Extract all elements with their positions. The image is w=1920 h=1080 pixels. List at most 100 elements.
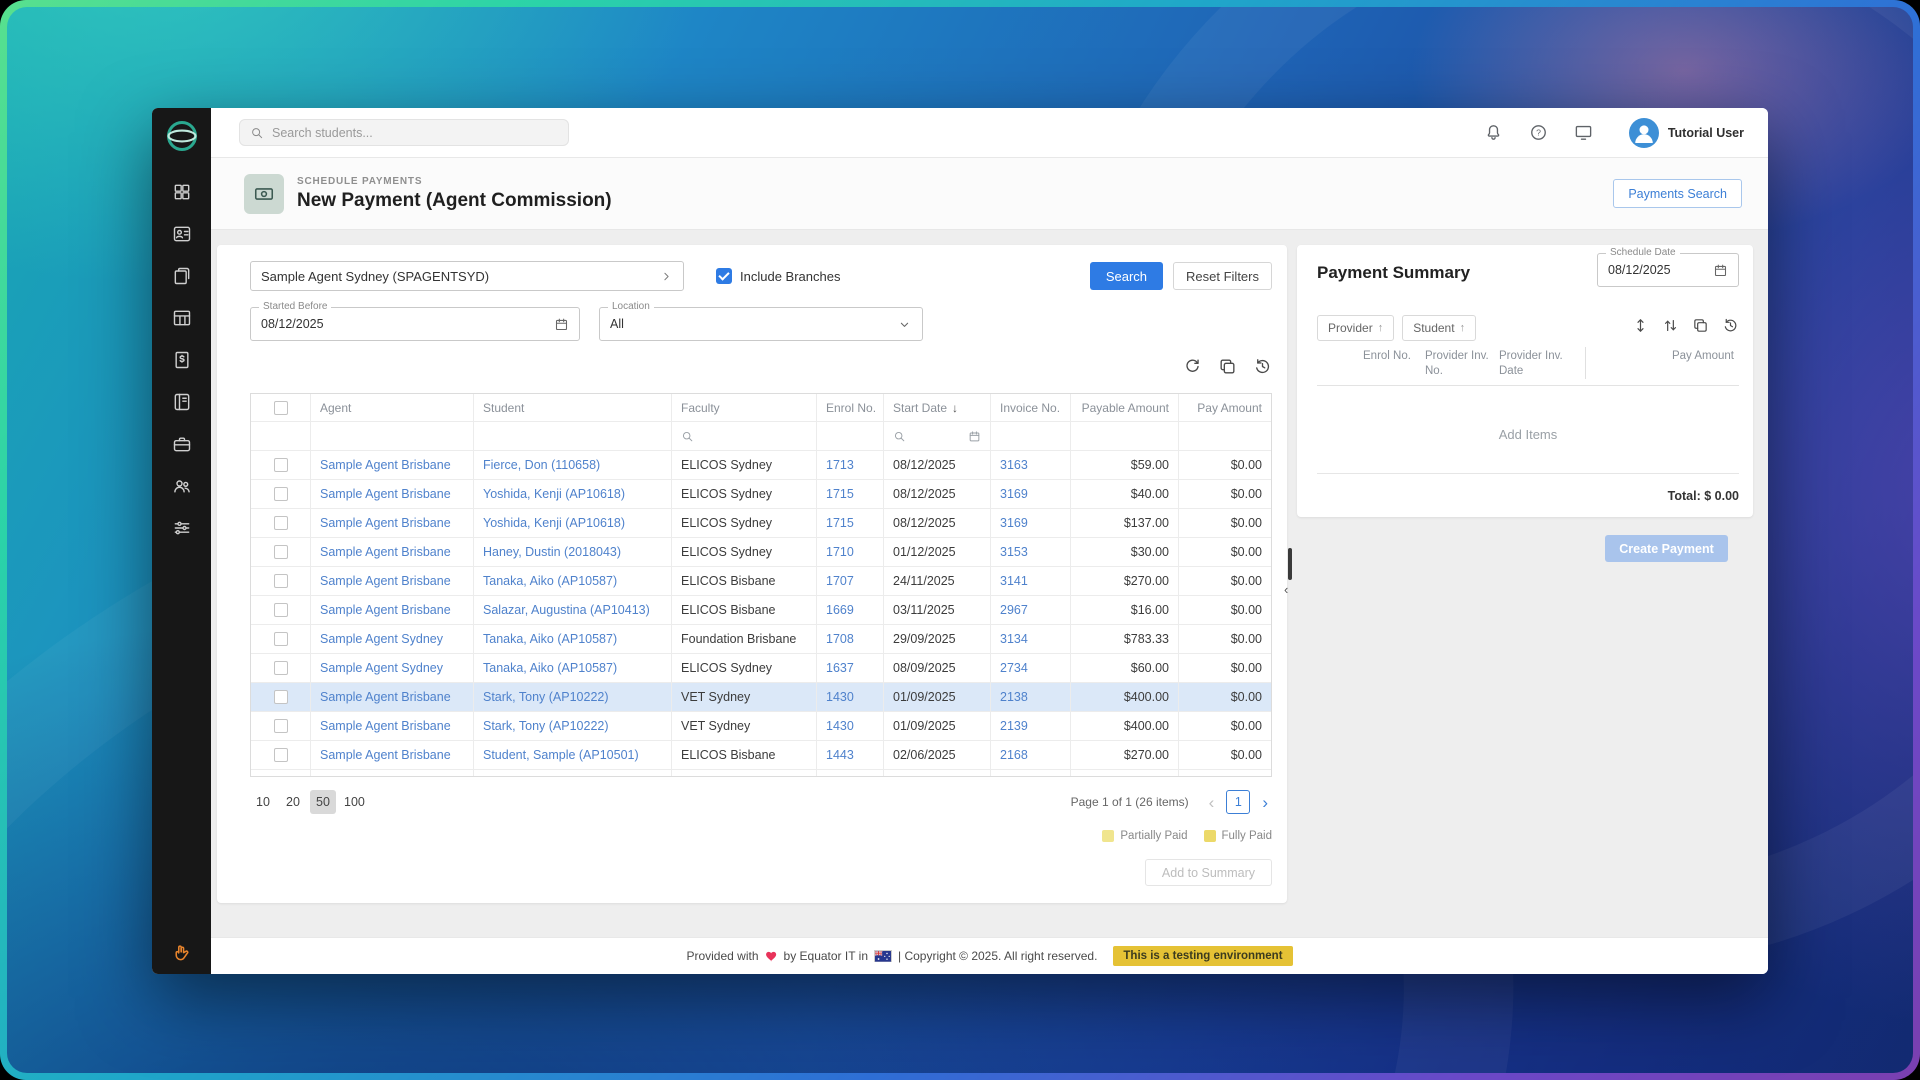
filter-calendar-icon[interactable]: [968, 430, 981, 443]
cell-invoice-no[interactable]: 3169: [991, 480, 1071, 509]
cell-enrol-no[interactable]: 1430: [817, 712, 884, 741]
cell-enrol-no[interactable]: 1395: [817, 770, 884, 776]
cell-enrol-no[interactable]: 1710: [817, 538, 884, 567]
cell-student[interactable]: Tanaka, Aiko (AP10587): [474, 567, 672, 596]
column-header-invoice-no[interactable]: Invoice No.: [991, 394, 1071, 422]
row-checkbox[interactable]: [251, 625, 311, 654]
cell-enrol-no[interactable]: 1715: [817, 509, 884, 538]
agent-select[interactable]: Sample Agent Sydney (SPAGENTSYD): [250, 261, 684, 291]
column-header-student[interactable]: Student: [474, 394, 672, 422]
cell-invoice-no[interactable]: 2967: [991, 596, 1071, 625]
cell-student[interactable]: Salazar, Augustina (AP10413): [474, 596, 672, 625]
copy-columns-icon[interactable]: [1692, 317, 1709, 334]
documents-icon[interactable]: [172, 266, 192, 286]
cell-student[interactable]: Fierce, Don (110658): [474, 451, 672, 480]
cell-enrol-no[interactable]: 1713: [817, 451, 884, 480]
cell-invoice-no[interactable]: 2734: [991, 654, 1071, 683]
cell-student[interactable]: Student, Sample (AP10501): [474, 741, 672, 770]
row-checkbox[interactable]: [251, 480, 311, 509]
create-payment-button[interactable]: Create Payment: [1605, 535, 1728, 562]
cell-invoice-no[interactable]: 3134: [991, 625, 1071, 654]
history-icon[interactable]: [1253, 357, 1272, 376]
cell-agent[interactable]: Sample Agent Brisbane: [311, 741, 474, 770]
started-before-field[interactable]: Started Before 08/12/2025: [250, 301, 580, 341]
row-checkbox[interactable]: [251, 567, 311, 596]
add-to-summary-button[interactable]: Add to Summary: [1144, 859, 1272, 886]
search-button[interactable]: Search: [1089, 262, 1164, 290]
table-row[interactable]: Sample Agent Brisbane Yoshida, Kenji (AP1…: [251, 509, 1271, 538]
page-size-50[interactable]: 50: [310, 790, 336, 814]
dashboard-icon[interactable]: [172, 182, 192, 202]
billing-icon[interactable]: [172, 350, 192, 370]
cell-agent[interactable]: Sample Agent Brisbane: [311, 770, 474, 776]
cell-agent[interactable]: Sample Agent Brisbane: [311, 683, 474, 712]
tables-icon[interactable]: [172, 308, 192, 328]
cell-enrol-no[interactable]: 1708: [817, 625, 884, 654]
prev-page-icon[interactable]: ‹: [1205, 794, 1219, 811]
history-icon[interactable]: [1722, 317, 1739, 334]
row-checkbox[interactable]: [251, 712, 311, 741]
row-checkbox[interactable]: [251, 596, 311, 625]
reset-filters-button[interactable]: Reset Filters: [1173, 262, 1272, 290]
cell-student[interactable]: Russell, Sam (2018008): [474, 770, 672, 776]
table-row[interactable]: Sample Agent Sydney Tanaka, Aiko (AP10587…: [251, 654, 1271, 683]
table-row[interactable]: Sample Agent Brisbane Stark, Tony (AP1022…: [251, 683, 1271, 712]
cell-invoice-no[interactable]: 3163: [991, 451, 1071, 480]
screen-share-icon[interactable]: [1574, 123, 1593, 142]
column-header-start-date[interactable]: Start Date ↓: [884, 394, 991, 422]
calendar-icon[interactable]: [554, 317, 569, 332]
cell-agent[interactable]: Sample Agent Brisbane: [311, 451, 474, 480]
ledger-icon[interactable]: [172, 392, 192, 412]
sort-by-student-button[interactable]: Student ↑: [1402, 315, 1477, 341]
table-row[interactable]: Sample Agent BrisbaneRussell, Sam (20180…: [251, 770, 1271, 776]
filter-cell-enrol-no[interactable]: [817, 422, 884, 451]
cell-agent[interactable]: Sample Agent Brisbane: [311, 509, 474, 538]
cell-agent[interactable]: Sample Agent Brisbane: [311, 538, 474, 567]
swap-vertical-icon[interactable]: [1662, 317, 1679, 334]
column-header-enrol-no[interactable]: Enrol No.: [817, 394, 884, 422]
cell-student[interactable]: Stark, Tony (AP10222): [474, 683, 672, 712]
cell-agent[interactable]: Sample Agent Brisbane: [311, 480, 474, 509]
calendar-icon[interactable]: [1713, 263, 1728, 278]
copy-columns-icon[interactable]: [1218, 357, 1237, 376]
settings-icon[interactable]: [172, 518, 192, 538]
row-checkbox[interactable]: [251, 741, 311, 770]
app-logo-icon[interactable]: [152, 108, 211, 164]
page-size-20[interactable]: 20: [280, 790, 306, 814]
refresh-icon[interactable]: [1183, 357, 1202, 376]
next-page-icon[interactable]: ›: [1258, 794, 1272, 811]
row-checkbox[interactable]: [251, 654, 311, 683]
cell-invoice-no[interactable]: 2138: [991, 683, 1071, 712]
payments-search-button[interactable]: Payments Search: [1613, 179, 1742, 208]
include-branches-checkbox[interactable]: Include Branches: [716, 268, 840, 284]
row-checkbox[interactable]: [251, 683, 311, 712]
cell-enrol-no[interactable]: 1715: [817, 480, 884, 509]
row-checkbox[interactable]: [251, 770, 311, 776]
cell-enrol-no[interactable]: 1430: [817, 683, 884, 712]
table-row[interactable]: Sample Agent Brisbane Yoshida, Kenji (AP1…: [251, 480, 1271, 509]
page-size-10[interactable]: 10: [250, 790, 276, 814]
table-row[interactable]: Sample Agent Sydney Tanaka, Aiko (AP10587…: [251, 625, 1271, 654]
filter-cell-student[interactable]: [474, 422, 672, 451]
help-icon[interactable]: ?: [1529, 123, 1548, 142]
current-page-button[interactable]: 1: [1226, 790, 1251, 814]
cell-invoice-no[interactable]: 2168: [991, 741, 1071, 770]
table-row[interactable]: Sample Agent Brisbane Student, Sample (AP…: [251, 741, 1271, 770]
filter-cell-invoice-no[interactable]: [991, 422, 1071, 451]
tutorial-touch-icon[interactable]: [152, 942, 211, 964]
cell-invoice-no[interactable]: 3169: [991, 509, 1071, 538]
cell-agent[interactable]: Sample Agent Sydney: [311, 654, 474, 683]
cell-student[interactable]: Yoshida, Kenji (AP10618): [474, 480, 672, 509]
column-header-payable-amount[interactable]: Payable Amount: [1071, 394, 1179, 422]
column-header-pay-amount[interactable]: Pay Amount: [1179, 394, 1271, 422]
cell-invoice-no[interactable]: 3153: [991, 538, 1071, 567]
table-row[interactable]: Sample Agent Brisbane Stark, Tony (AP1022…: [251, 712, 1271, 741]
cell-agent[interactable]: Sample Agent Brisbane: [311, 712, 474, 741]
people-icon[interactable]: [172, 476, 192, 496]
cell-enrol-no[interactable]: 1669: [817, 596, 884, 625]
schedule-date-field[interactable]: Schedule Date 08/12/2025: [1597, 247, 1739, 287]
row-checkbox[interactable]: [251, 451, 311, 480]
cell-student[interactable]: Tanaka, Aiko (AP10587): [474, 654, 672, 683]
filter-cell-pay-amount[interactable]: [1179, 422, 1271, 451]
column-header-agent[interactable]: Agent: [311, 394, 474, 422]
